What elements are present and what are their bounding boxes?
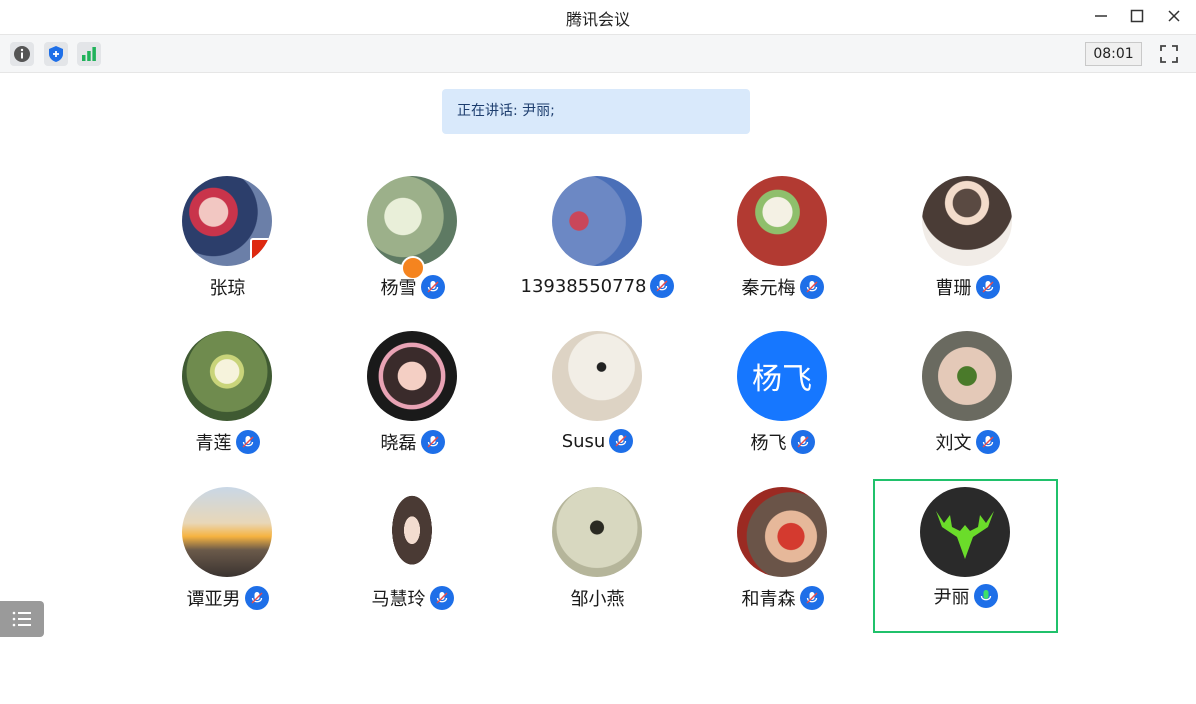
microphone-icon[interactable]	[609, 429, 634, 453]
meeting-toolbar: 08:01	[0, 34, 1196, 73]
fullscreen-button[interactable]	[1158, 43, 1180, 65]
network-status-button[interactable]	[77, 42, 101, 66]
microphone-icon[interactable]	[650, 274, 675, 298]
minimize-icon	[1095, 15, 1107, 17]
avatar	[367, 487, 457, 577]
participant-tile[interactable]: 张琼	[135, 170, 320, 326]
participant-tile[interactable]: 和青森	[690, 481, 875, 637]
fullscreen-icon	[1160, 45, 1178, 63]
participant-name: 青莲	[195, 433, 232, 454]
avatar	[182, 331, 272, 421]
participant-name: 杨飞	[750, 433, 787, 454]
security-button[interactable]	[44, 42, 68, 66]
participant-tile[interactable]: 青莲	[135, 325, 320, 481]
microphone-icon[interactable]	[420, 275, 445, 299]
avatar	[552, 487, 642, 577]
avatar	[922, 331, 1012, 421]
participant-name: 13938550778	[520, 275, 647, 297]
avatar	[552, 331, 642, 421]
microphone-icon[interactable]	[235, 430, 260, 454]
flag-badge-icon	[250, 238, 272, 264]
maximize-icon	[1130, 9, 1144, 23]
participant-name: 曹珊	[935, 278, 972, 299]
title-bar: 腾讯会议	[0, 0, 1196, 34]
participant-name: 尹丽	[933, 587, 970, 608]
window-title: 腾讯会议	[565, 10, 630, 29]
avatar	[922, 176, 1012, 266]
participant-tile[interactable]: 谭亚男	[135, 481, 320, 637]
deer-logo-icon	[936, 511, 994, 559]
participant-name: 刘文	[935, 433, 972, 454]
avatar	[920, 487, 1010, 577]
active-speaker-banner: 正在讲话: 尹丽;	[442, 89, 750, 134]
participant-name: 谭亚男	[186, 589, 241, 610]
meeting-info-button[interactable]	[10, 42, 34, 66]
participant-tile[interactable]: 邹小燕	[505, 481, 690, 637]
participant-tile[interactable]: 杨飞 杨飞	[690, 325, 875, 481]
avatar	[182, 176, 272, 266]
minimize-button[interactable]	[1089, 5, 1113, 27]
info-icon	[14, 46, 30, 62]
participant-tile[interactable]: 13938550778	[505, 170, 690, 326]
avatar: 杨飞	[737, 331, 827, 421]
participant-name: 杨雪	[380, 278, 417, 299]
avatar	[737, 487, 827, 577]
microphone-icon[interactable]	[975, 275, 1000, 299]
microphone-icon[interactable]	[244, 586, 269, 610]
participant-tile[interactable]: 马慧玲	[320, 481, 505, 637]
avatar	[367, 176, 457, 280]
microphone-icon[interactable]	[420, 430, 445, 454]
microphone-active-icon[interactable]	[973, 584, 998, 608]
avatar	[182, 487, 272, 577]
maximize-button[interactable]	[1125, 5, 1149, 27]
avatar	[737, 176, 827, 266]
avatar	[552, 176, 642, 266]
microphone-icon[interactable]	[429, 586, 454, 610]
participant-name: 邹小燕	[570, 589, 625, 610]
microphone-icon[interactable]	[975, 430, 1000, 454]
participant-name: 张琼	[209, 278, 246, 299]
participant-name: 和青森	[741, 589, 796, 610]
microphone-icon[interactable]	[799, 586, 824, 610]
microphone-icon[interactable]	[799, 275, 824, 299]
avatar	[367, 331, 457, 421]
avatar-initials: 杨飞	[752, 362, 812, 397]
close-button[interactable]	[1162, 5, 1186, 27]
participant-tile[interactable]: 杨雪	[320, 170, 505, 326]
microphone-icon[interactable]	[790, 430, 815, 454]
close-icon	[1168, 10, 1180, 22]
meeting-timer: 08:01	[1085, 42, 1142, 66]
participant-tile[interactable]: 刘文	[875, 325, 1060, 481]
signal-bars-icon	[82, 47, 96, 61]
participant-tile[interactable]: 晓磊	[320, 325, 505, 481]
participant-tile[interactable]: 曹珊	[875, 170, 1060, 326]
participant-name: 晓磊	[380, 433, 417, 454]
participant-name: 马慧玲	[371, 589, 426, 610]
participant-name: Susu	[561, 430, 606, 452]
participant-tile[interactable]: Susu	[505, 325, 690, 481]
participant-tile[interactable]: 秦元梅	[690, 170, 875, 326]
list-icon	[12, 611, 31, 627]
participant-name: 秦元梅	[741, 278, 796, 299]
shield-icon	[49, 46, 63, 62]
member-list-button[interactable]	[0, 601, 44, 637]
participant-tile-active-speaker[interactable]: 尹丽	[873, 479, 1058, 633]
